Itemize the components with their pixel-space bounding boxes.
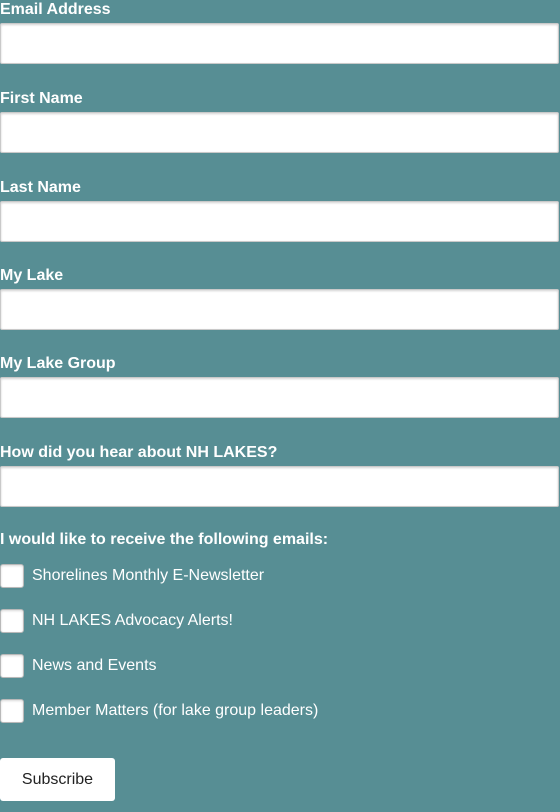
email-preferences-heading: I would like to receive the following em…	[0, 531, 329, 548]
member-matters-checkbox[interactable]	[0, 699, 24, 723]
member-matters-checkbox-label[interactable]: Member Matters (for lake group leaders)	[32, 701, 318, 721]
email-address-label: Email Address	[0, 1, 111, 18]
my-lake-field[interactable]	[0, 289, 559, 330]
email-address-field[interactable]	[0, 23, 559, 64]
referral-source-label: How did you hear about NH LAKES?	[0, 444, 278, 461]
my-lake-group-field[interactable]	[0, 377, 559, 418]
subscribe-button[interactable]: Subscribe	[0, 758, 115, 801]
first-name-field[interactable]	[0, 112, 559, 153]
news-events-checkbox-label[interactable]: News and Events	[32, 656, 157, 676]
email-option-advocacy-alerts[interactable]: NH LAKES Advocacy Alerts!	[0, 608, 233, 634]
news-events-checkbox[interactable]	[0, 654, 24, 678]
shorelines-checkbox[interactable]	[0, 564, 24, 588]
advocacy-alerts-checkbox[interactable]	[0, 609, 24, 633]
my-lake-label: My Lake	[0, 267, 64, 284]
referral-source-field[interactable]	[0, 466, 559, 507]
email-option-shorelines[interactable]: Shorelines Monthly E-Newsletter	[0, 563, 264, 589]
last-name-label: Last Name	[0, 179, 81, 196]
shorelines-checkbox-label[interactable]: Shorelines Monthly E-Newsletter	[32, 566, 264, 586]
advocacy-alerts-checkbox-label[interactable]: NH LAKES Advocacy Alerts!	[32, 611, 233, 631]
email-option-news-events[interactable]: News and Events	[0, 653, 157, 679]
my-lake-group-label: My Lake Group	[0, 355, 116, 372]
first-name-label: First Name	[0, 90, 83, 107]
email-option-member-matters[interactable]: Member Matters (for lake group leaders)	[0, 698, 318, 724]
last-name-field[interactable]	[0, 201, 559, 242]
